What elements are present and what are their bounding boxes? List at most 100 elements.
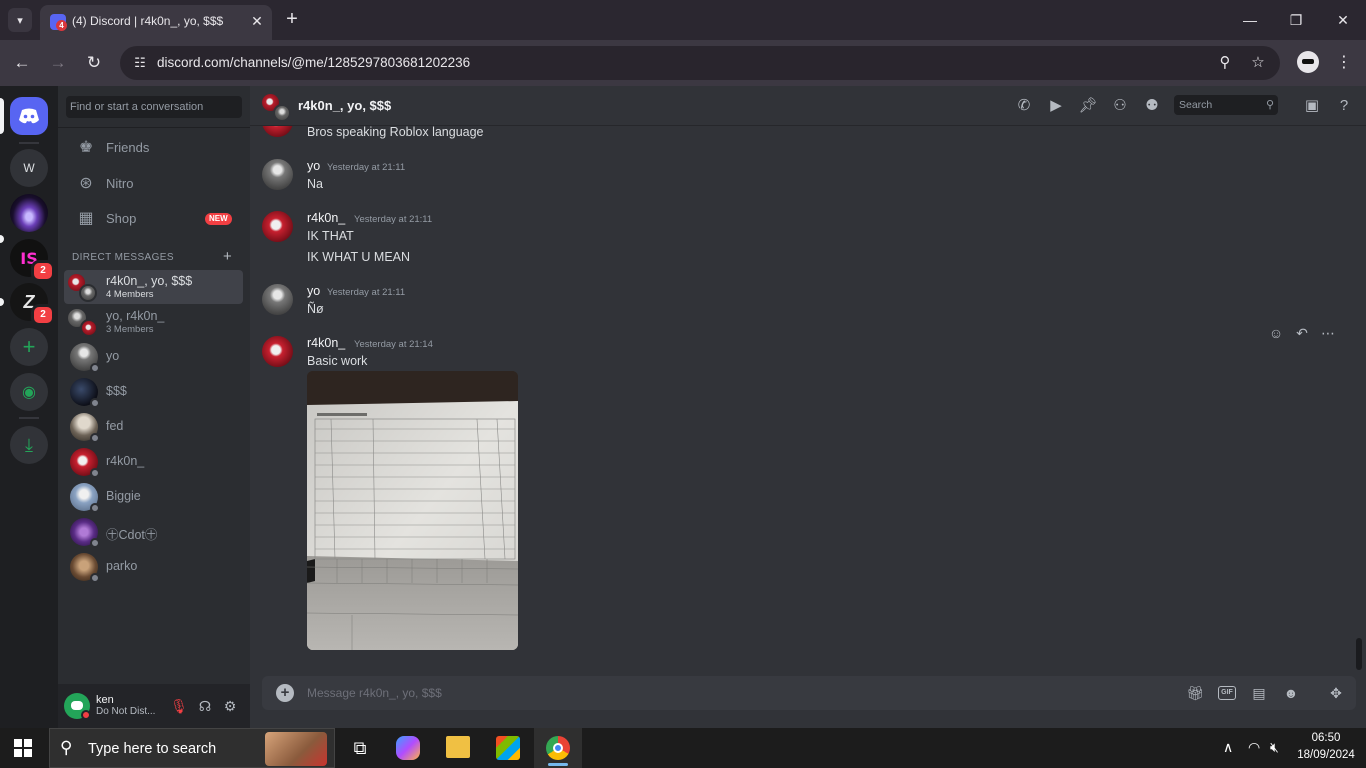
new-tab-plus-icon[interactable]: + (282, 9, 302, 29)
server-is[interactable]: IS 2 (10, 239, 55, 282)
dm-item-group-2[interactable]: yo, r4k0n_ 3 Members (64, 305, 243, 339)
direct-messages-home-button[interactable] (10, 97, 48, 135)
window-close-icon[interactable]: ✕ (1331, 8, 1355, 32)
inbox-icon[interactable]: ▣ (1302, 96, 1322, 116)
message-hover-actions: ☺ ↶ ⋯ (1266, 322, 1346, 344)
site-info-icon[interactable]: ☷ (130, 53, 150, 73)
gift-icon[interactable]: 🎁︎ (1185, 683, 1205, 703)
sidebar-item-friends[interactable]: ♚ Friends (66, 131, 242, 165)
message-author[interactable]: r4k0n_ (307, 336, 345, 350)
upload-plus-icon[interactable]: + (276, 684, 294, 702)
status-offline-icon (90, 538, 100, 548)
message-avatar[interactable] (262, 336, 293, 367)
message-author[interactable]: yo (307, 159, 320, 173)
address-bar[interactable]: ☷ discord.com/channels/@me/1285297803681… (120, 46, 1280, 80)
reply-icon[interactable]: ↶ (1292, 322, 1312, 344)
dm-item-group-1[interactable]: r4k0n_, yo, $$$ 4 Members (64, 270, 243, 304)
find-conversation-input[interactable]: Find or start a conversation (66, 96, 242, 118)
apps-icon[interactable]: ✥ (1326, 683, 1346, 703)
zoom-icon[interactable]: ⚲ (1215, 53, 1235, 73)
chat-scrollbar[interactable] (1356, 638, 1362, 670)
voice-call-icon[interactable]: ✆ (1014, 96, 1034, 116)
settings-gear-icon[interactable]: ⚙ (220, 696, 240, 716)
message-author[interactable]: yo (307, 284, 320, 298)
message-avatar[interactable] (262, 211, 293, 242)
dm-name: $$$ (106, 384, 127, 398)
window-restore-icon[interactable]: ❐ (1284, 8, 1308, 32)
message-input-placeholder[interactable]: Message r4k0n_, yo, $$$ (307, 686, 442, 700)
show-hidden-icons-icon[interactable]: ∧ (1223, 739, 1233, 756)
windows-taskbar: ⚲ Type here to search ⧉ ∧ ◠ 🔇︎ 06:50 18/… (0, 728, 1366, 768)
tab-title: (4) Discord | r4k0n_, yo, $$$ (72, 14, 224, 28)
sidebar-item-nitro[interactable]: ⊛ Nitro (66, 167, 242, 201)
taskbar-search-box[interactable]: ⚲ Type here to search (49, 728, 335, 768)
status-offline-icon (90, 433, 100, 443)
dm-item-parko[interactable]: parko (64, 550, 243, 584)
add-server-plus-icon[interactable]: + (10, 328, 48, 366)
reload-icon[interactable]: ↻ (82, 51, 106, 75)
message-avatar[interactable] (262, 284, 293, 315)
explore-compass-icon[interactable]: ◉ (10, 373, 48, 411)
dm-name: r4k0n_ (106, 454, 145, 468)
video-call-icon[interactable]: ▶ (1046, 96, 1066, 116)
gif-icon[interactable]: GIF (1218, 686, 1236, 700)
sidebar-item-label: Friends (106, 140, 150, 155)
dm-item-cdot[interactable]: ㊉Cdot㊉ (64, 515, 243, 549)
message-composer[interactable]: + Message r4k0n_, yo, $$$ 🎁︎ GIF ▤ ☻ (262, 676, 1356, 710)
file-explorer-icon[interactable] (446, 736, 470, 758)
dm-name: ㊉Cdot㊉ (106, 528, 158, 542)
clock-time[interactable]: 06:50 (1296, 732, 1356, 744)
forward-arrow-icon[interactable]: → (46, 51, 70, 75)
more-options-icon[interactable]: ⋯ (1318, 322, 1338, 344)
sticker-icon[interactable]: ▤ (1249, 683, 1269, 703)
browser-tab-discord[interactable]: 4 (4) Discord | r4k0n_, yo, $$$ ✕ (40, 5, 272, 40)
task-view-icon[interactable]: ⧉ (346, 734, 374, 762)
network-icon[interactable]: ◠ (1248, 739, 1260, 756)
copilot-icon[interactable] (396, 736, 420, 760)
chat-search-input[interactable]: Search ⚲ (1174, 95, 1278, 115)
message-text: IK WHAT U MEAN (307, 250, 411, 264)
emoji-icon[interactable]: ☻ (1281, 683, 1301, 703)
headphones-icon[interactable]: ☊ (195, 696, 215, 716)
dm-item-fed[interactable]: fed (64, 410, 243, 444)
help-icon[interactable]: ? (1334, 96, 1354, 116)
search-icon: ⚲ (60, 738, 73, 757)
member-list-icon[interactable]: ⚉ (1142, 96, 1162, 116)
image-attachment[interactable] (307, 371, 518, 650)
dm-item-r4k0n[interactable]: r4k0n_ (64, 445, 243, 479)
message-author[interactable]: r4k0n_ (307, 211, 345, 225)
sidebar-item-shop[interactable]: ▦ Shop NEW (66, 202, 242, 236)
selected-pill (0, 98, 4, 134)
message-text: Ñø (307, 302, 324, 316)
tab-search-button[interactable]: ▾ (8, 8, 32, 32)
add-friends-icon[interactable]: ⚇ (1110, 96, 1130, 116)
server-purple-eye[interactable] (10, 194, 48, 232)
chrome-taskbar-button[interactable] (534, 728, 582, 768)
window-minimize-icon[interactable]: — (1238, 8, 1262, 32)
server-z[interactable]: Z 2 (10, 283, 55, 326)
add-reaction-icon[interactable]: ☺ (1266, 322, 1286, 344)
back-arrow-icon[interactable]: ← (10, 51, 34, 75)
windows-start-icon[interactable] (14, 739, 32, 757)
dm-item-money[interactable]: $$$ (64, 375, 243, 409)
chat-header: r4k0n_, yo, $$$ ✆ ▶ 📌︎ ⚇ ⚉ Search ⚲ ▣ ? (250, 86, 1366, 126)
volume-muted-icon[interactable]: 🔇︎ (1270, 739, 1279, 756)
mic-muted-icon[interactable]: 🎙︎ (169, 696, 189, 716)
tab-close-icon[interactable]: ✕ (248, 12, 266, 30)
bookmark-star-icon[interactable]: ☆ (1248, 53, 1268, 73)
message-avatar[interactable] (262, 159, 293, 190)
browser-menu-icon[interactable]: ⋮ (1334, 51, 1354, 75)
server-w[interactable]: W (10, 149, 48, 187)
download-apps-icon[interactable]: ⤓ (10, 426, 48, 464)
profile-avatar-icon[interactable] (1297, 51, 1319, 73)
dm-members: 3 Members (106, 324, 154, 335)
favicon-badge: 4 (56, 20, 67, 31)
clock-date[interactable]: 18/09/2024 (1292, 749, 1360, 761)
message-timestamp: Yesterday at 21:14 (354, 339, 433, 350)
dm-item-biggie[interactable]: Biggie (64, 480, 243, 514)
pinned-messages-icon[interactable]: 📌︎ (1078, 96, 1098, 116)
dm-item-yo[interactable]: yo (64, 340, 243, 374)
microsoft-store-icon[interactable] (496, 736, 520, 760)
server-w-label: W (23, 161, 35, 175)
create-dm-plus-icon[interactable]: + (223, 248, 232, 265)
